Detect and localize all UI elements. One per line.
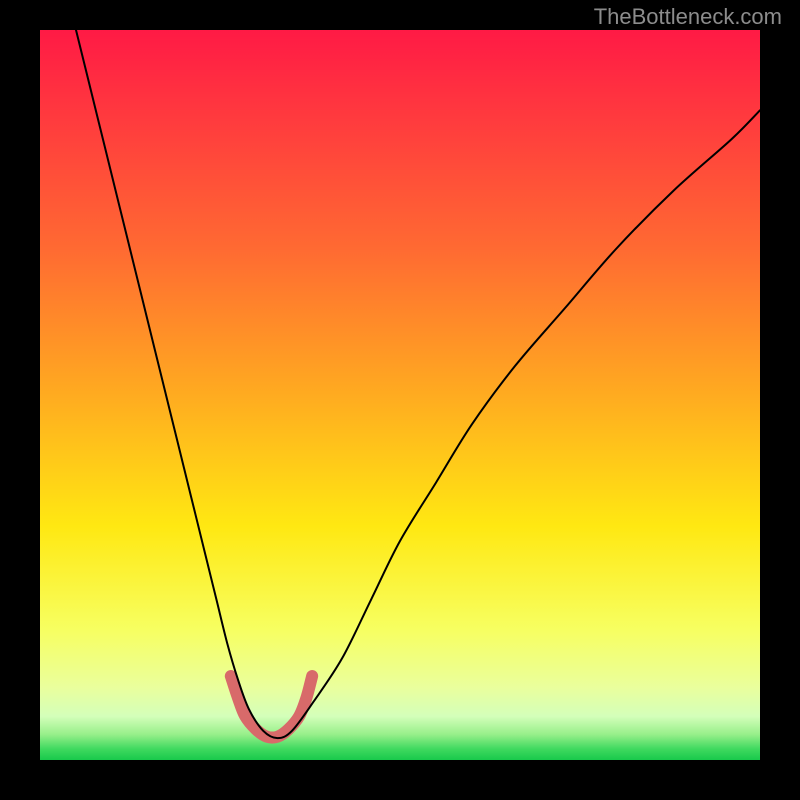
chart-plot-area xyxy=(40,30,760,760)
watermark-text: TheBottleneck.com xyxy=(594,4,782,30)
chart-background-gradient xyxy=(40,30,760,760)
